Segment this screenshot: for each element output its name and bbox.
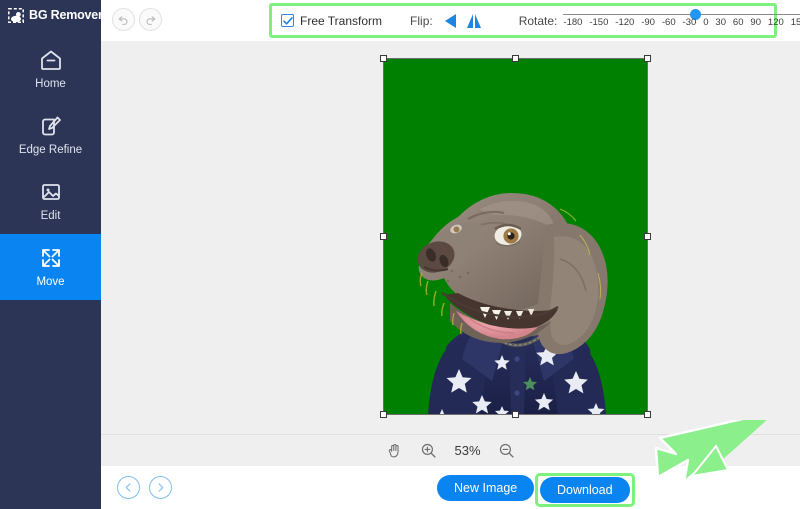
flip-vertical-icon[interactable] [465, 12, 483, 30]
app-window: BG Remover Home Ed [0, 0, 800, 509]
edit-image-icon [39, 180, 63, 204]
tick-label: -90 [641, 18, 655, 28]
undo-arrow-icon [117, 13, 130, 26]
new-image-button[interactable]: New Image [437, 475, 534, 501]
sidebar-nav: Home Edge Refine [0, 36, 101, 300]
tick-label: 60 [733, 18, 744, 28]
slider-tick-labels: -180 -150 -120 -90 -60 -30 0 30 60 90 12… [563, 18, 800, 28]
tick-label: -60 [662, 18, 676, 28]
checkmark-icon [283, 16, 293, 26]
free-transform-checkbox[interactable]: Free Transform [281, 14, 382, 28]
bg-remover-logo-icon [8, 8, 24, 23]
sidebar: BG Remover Home Ed [0, 0, 101, 509]
move-arrows-icon [39, 246, 63, 270]
top-toolbar: Free Transform Flip: Rotate: [101, 0, 800, 41]
tick-label: 120 [768, 18, 784, 28]
flip-horizontal-icon[interactable] [440, 12, 458, 30]
zoom-in-icon[interactable] [420, 442, 437, 459]
resize-handle-top-left[interactable] [380, 55, 387, 62]
tick-label: -150 [589, 18, 608, 28]
resize-handle-bottom-right[interactable] [644, 411, 651, 418]
checkbox-box [281, 14, 294, 27]
sidebar-item-move[interactable]: Move [0, 234, 101, 300]
redo-arrow-icon [144, 13, 157, 26]
brand-title: BG Remover [29, 8, 103, 22]
flip-label: Flip: [410, 14, 433, 28]
tick-label: -30 [683, 18, 697, 28]
download-button[interactable]: Download [540, 477, 630, 503]
resize-handle-middle-left[interactable] [380, 233, 387, 240]
resize-handle-top-right[interactable] [644, 55, 651, 62]
tick-label: 90 [750, 18, 761, 28]
zoom-toolbar: 53% [101, 434, 800, 466]
chevron-left-icon [123, 482, 134, 493]
tick-label: 0 [703, 18, 708, 28]
flip-controls: Flip: [410, 12, 483, 30]
tick-label: 30 [715, 18, 726, 28]
footer-bar: New Image Download [101, 466, 800, 509]
brand: BG Remover [0, 0, 110, 30]
sidebar-item-home[interactable]: Home [0, 36, 101, 102]
hand-tool-icon[interactable] [386, 442, 403, 459]
resize-handle-middle-right[interactable] [644, 233, 651, 240]
previous-image-button[interactable] [117, 476, 140, 499]
tick-label: 150 [791, 18, 800, 28]
zoom-out-icon[interactable] [498, 442, 515, 459]
resize-handle-top-center[interactable] [512, 55, 519, 62]
download-button-highlight: Download [535, 473, 635, 507]
tick-label: -180 [563, 18, 582, 28]
editor-canvas[interactable] [101, 41, 800, 434]
rotate-slider[interactable]: -180 -150 -120 -90 -60 -30 0 30 60 90 12… [563, 6, 800, 36]
home-icon [39, 48, 63, 72]
rotate-controls: Rotate: -180 -150 -120 -90 -60 -30 0 30 … [519, 6, 800, 36]
transform-toolbar-highlighted: Free Transform Flip: Rotate: [269, 3, 777, 38]
tick-label: -120 [615, 18, 634, 28]
artboard-selection[interactable] [384, 59, 647, 414]
resize-handle-bottom-left[interactable] [380, 411, 387, 418]
rotate-label: Rotate: [519, 14, 558, 28]
sidebar-item-edit[interactable]: Edit [0, 168, 101, 234]
edge-refine-icon [39, 114, 63, 138]
sidebar-item-edge-refine[interactable]: Edge Refine [0, 102, 101, 168]
chevron-right-icon [155, 482, 166, 493]
undo-button[interactable] [112, 8, 135, 31]
sidebar-item-label: Edge Refine [19, 145, 82, 157]
resize-handle-bottom-center[interactable] [512, 411, 519, 418]
next-image-button[interactable] [149, 476, 172, 499]
slider-track [563, 14, 800, 15]
sidebar-item-label: Move [36, 277, 64, 289]
sidebar-item-label: Home [35, 79, 66, 91]
redo-button[interactable] [139, 8, 162, 31]
sidebar-item-label: Edit [41, 211, 61, 223]
free-transform-label: Free Transform [300, 14, 382, 28]
subject-image-dog [384, 59, 647, 414]
zoom-level-value: 53% [454, 443, 480, 458]
